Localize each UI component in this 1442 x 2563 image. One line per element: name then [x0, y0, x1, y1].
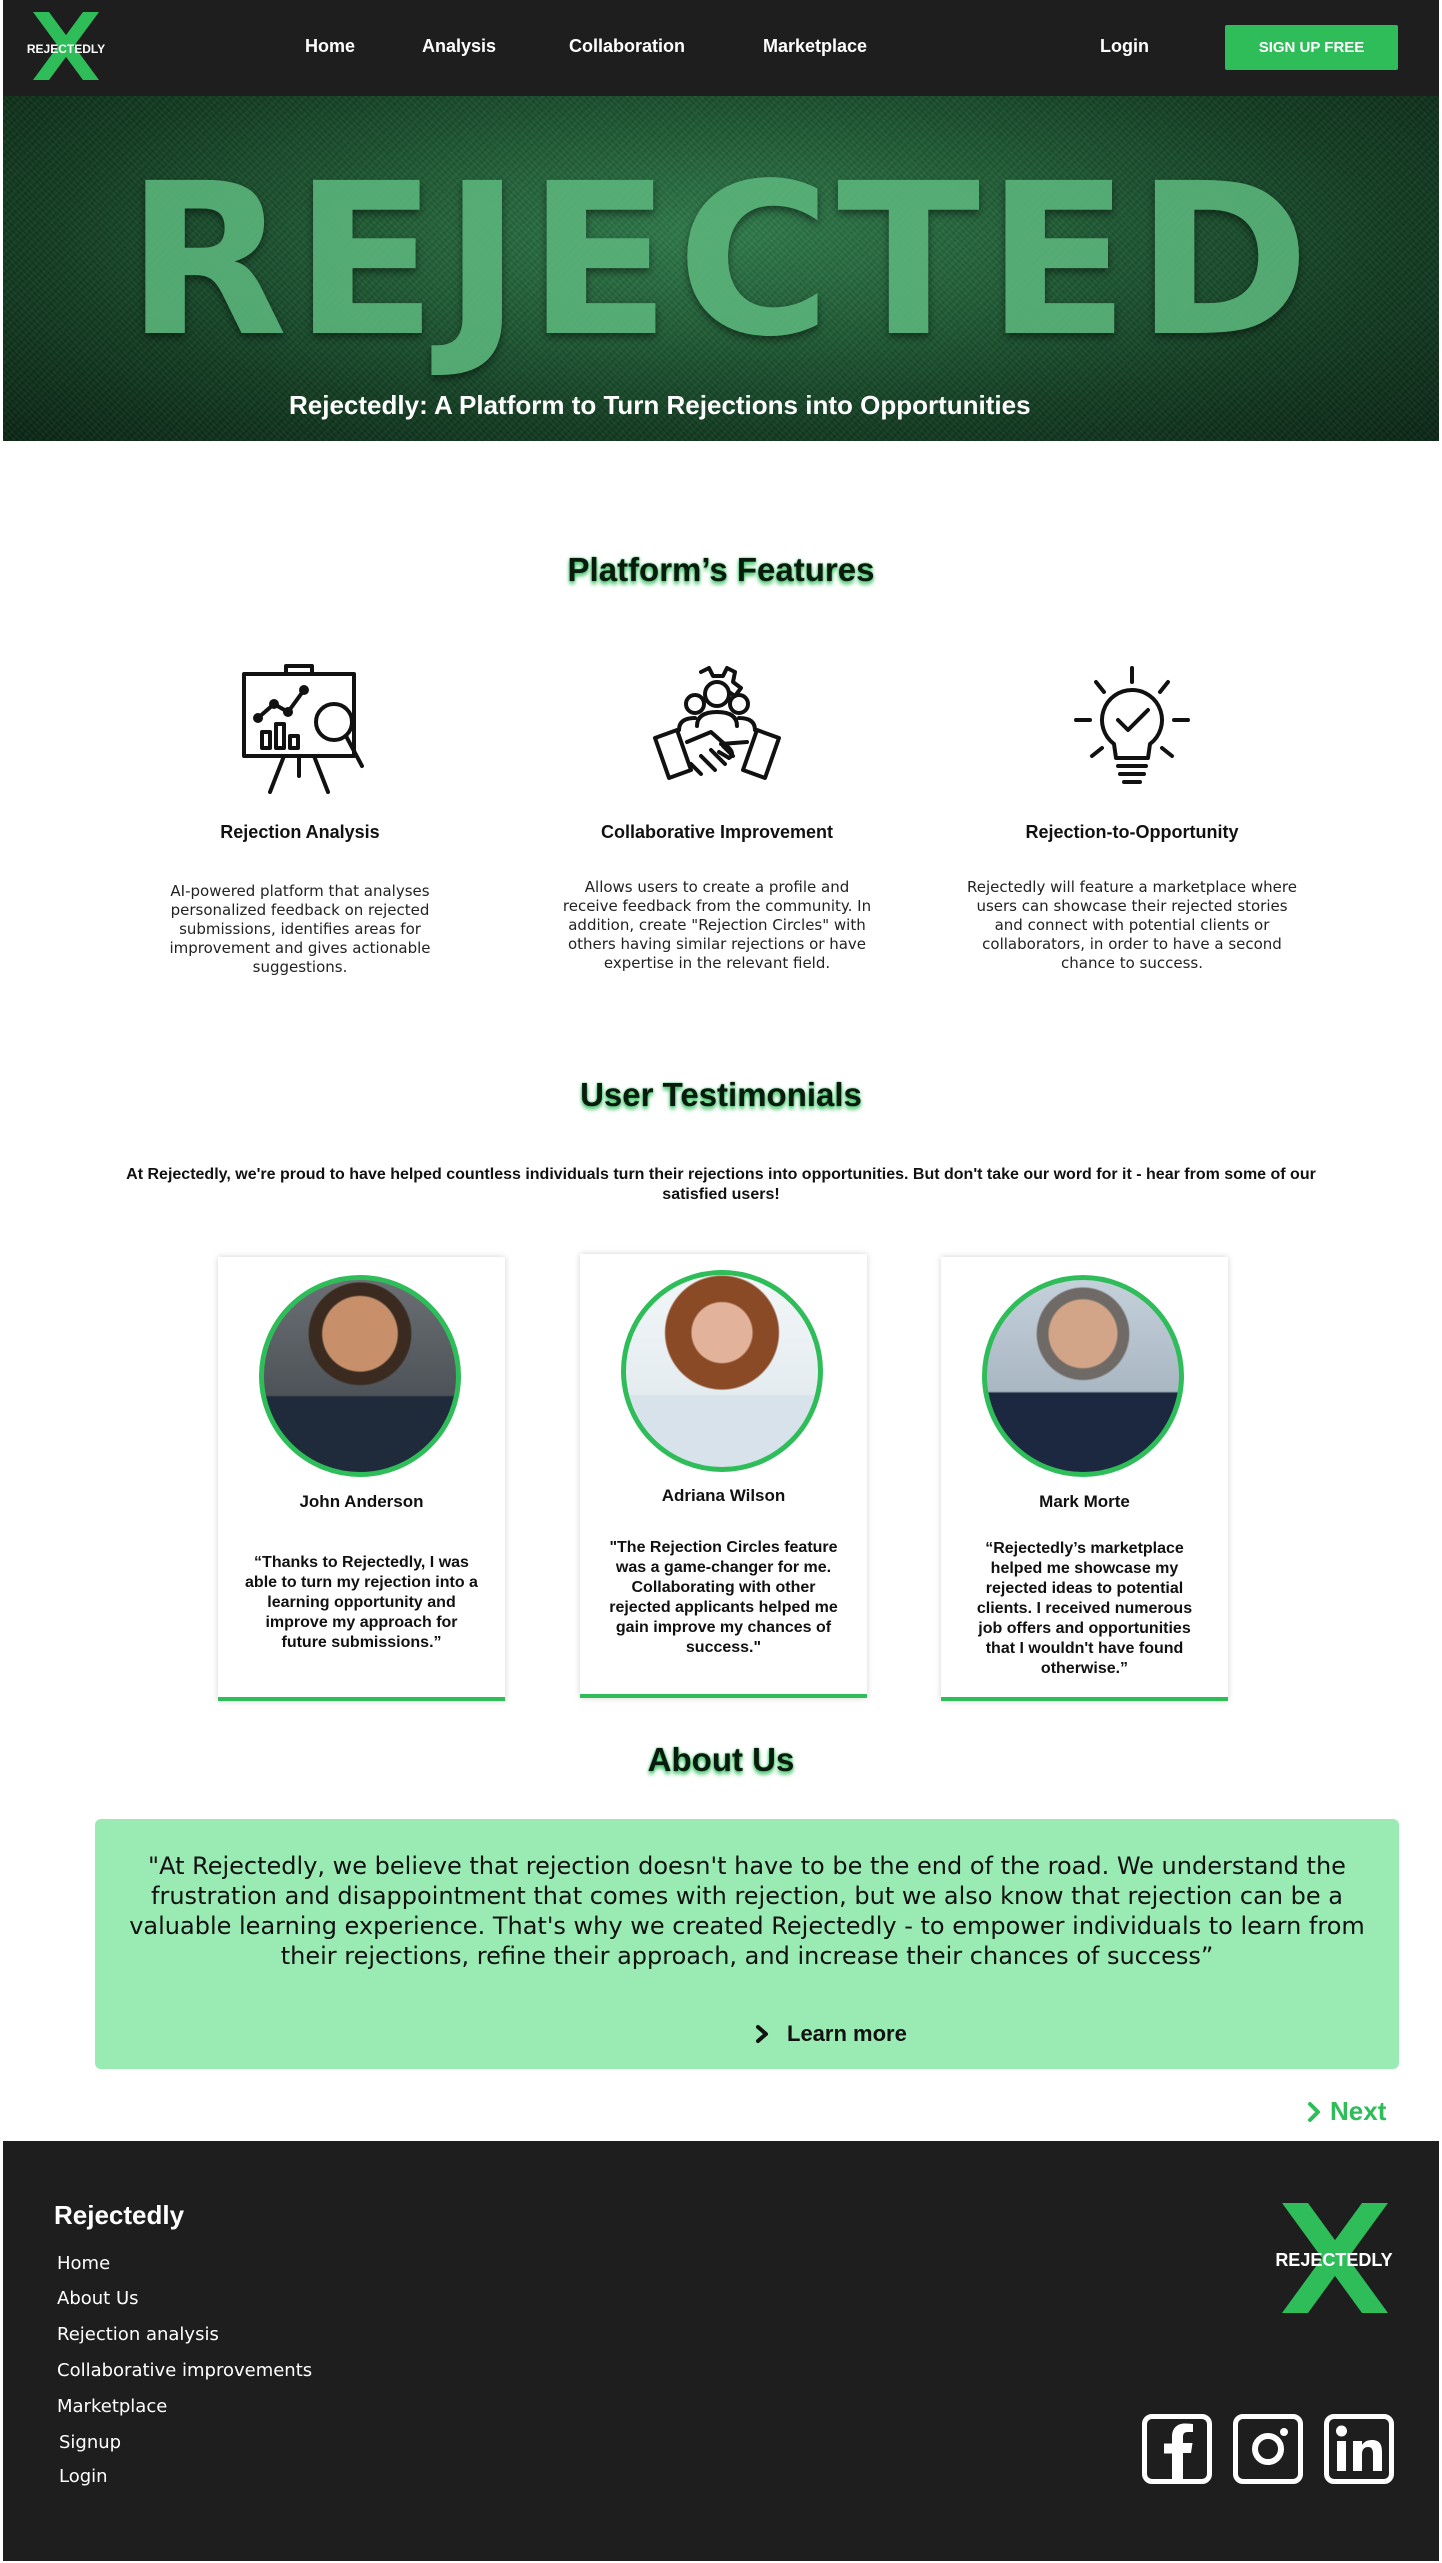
- card-quote: “Thanks to Rejectedly, I was able to tur…: [245, 1554, 478, 1651]
- footer-brand: Rejectedly: [54, 2200, 185, 2230]
- feature-rejection-analysis: Rejection Analysis AI-powered platform t…: [130, 664, 470, 984]
- learn-more-label: Learn more: [787, 2021, 907, 2046]
- analysis-board-icon: [242, 664, 364, 794]
- feature-title: Rejection Analysis: [220, 822, 380, 842]
- feature-title: Rejection-to-Opportunity: [1025, 822, 1239, 842]
- card-quote: “Rejectedly’s marketplace helped me show…: [976, 1540, 1193, 1677]
- about-title: About Us: [647, 1741, 795, 1778]
- next-label: Next: [1330, 2096, 1387, 2126]
- testimonials-title: User Testimonials: [580, 1076, 862, 1113]
- nav-collaboration[interactable]: Collaboration: [569, 36, 685, 57]
- footer-link-collaborative[interactable]: Collaborative improvements: [57, 2360, 312, 2381]
- feature-description: Rejectedly will feature a marketplace wh…: [967, 878, 1297, 972]
- feature-description: Allows users to create a profile and rec…: [562, 878, 872, 972]
- nav-marketplace[interactable]: Marketplace: [763, 36, 867, 57]
- facebook-icon[interactable]: [1142, 2414, 1212, 2484]
- about-quote: "At Rejectedly, we believe that rejectio…: [129, 1852, 1365, 1970]
- footer: Rejectedly Home About Us Rejection analy…: [3, 2141, 1439, 2561]
- chevron-right-icon: [756, 2025, 768, 2043]
- feature-collaborative-improvement: Collaborative Improvement Allows users t…: [547, 664, 887, 984]
- testimonials-intro: At Rejectedly, we're proud to have helpe…: [126, 1166, 1316, 1203]
- testimonial-card: John Anderson “Thanks to Rejectedly, I w…: [218, 1257, 505, 1701]
- handshake-team-icon: [653, 666, 781, 780]
- footer-link-about[interactable]: About Us: [57, 2288, 139, 2309]
- features-title: Platform’s Features: [567, 551, 875, 588]
- linkedin-icon[interactable]: [1324, 2414, 1394, 2484]
- testimonial-card: Mark Morte “Rejectedly’s marketplace hel…: [941, 1257, 1228, 1701]
- footer-link-rejection-analysis[interactable]: Rejection analysis: [57, 2324, 219, 2345]
- hero-rejected-word: REJECTED: [126, 138, 1316, 383]
- instagram-icon[interactable]: [1233, 2414, 1303, 2484]
- footer-link-login[interactable]: Login: [59, 2466, 108, 2487]
- avatar: [259, 1275, 461, 1477]
- avatar: [621, 1270, 823, 1472]
- nav-analysis[interactable]: Analysis: [422, 36, 496, 57]
- rejectedly-logo[interactable]: REJECTEDLY: [25, 8, 107, 86]
- nav-login[interactable]: Login: [1100, 36, 1149, 57]
- footer-link-home[interactable]: Home: [57, 2253, 110, 2274]
- top-navbar: REJECTEDLY Home Analysis Collaboration M…: [3, 0, 1439, 96]
- feature-description: AI-powered platform that analyses person…: [169, 882, 431, 976]
- nav-home[interactable]: Home: [305, 36, 355, 57]
- hero-banner: REJECTED Rejectedly: A Platform to Turn …: [3, 96, 1439, 441]
- lightbulb-check-icon: [1074, 666, 1190, 784]
- card-name: John Anderson: [299, 1492, 424, 1511]
- card-quote: "The Rejection Circles feature was a gam…: [609, 1539, 838, 1656]
- chevron-right-icon: [1308, 2101, 1320, 2122]
- avatar: [982, 1275, 1184, 1477]
- card-name: Mark Morte: [1039, 1492, 1130, 1511]
- footer-rejectedly-logo[interactable]: REJECTEDLY: [1270, 2197, 1398, 2321]
- hero-caption: Rejectedly: A Platform to Turn Rejection…: [289, 390, 1031, 420]
- signup-button[interactable]: SIGN UP FREE: [1225, 25, 1398, 70]
- svg-text:REJECTEDLY: REJECTEDLY: [27, 42, 105, 56]
- feature-rejection-to-opportunity: Rejection-to-Opportunity Rejectedly will…: [962, 664, 1302, 984]
- card-name: Adriana Wilson: [661, 1486, 786, 1505]
- footer-link-signup[interactable]: Signup: [59, 2432, 121, 2453]
- svg-text:REJECTEDLY: REJECTEDLY: [1275, 2250, 1392, 2270]
- footer-link-marketplace[interactable]: Marketplace: [57, 2396, 167, 2417]
- learn-more-link[interactable]: Learn more: [755, 2021, 907, 2047]
- feature-title: Collaborative Improvement: [600, 822, 834, 842]
- next-link[interactable]: Next: [1306, 2096, 1386, 2127]
- about-box: "At Rejectedly, we believe that rejectio…: [95, 1819, 1399, 2069]
- testimonial-card: Adriana Wilson "The Rejection Circles fe…: [580, 1254, 867, 1698]
